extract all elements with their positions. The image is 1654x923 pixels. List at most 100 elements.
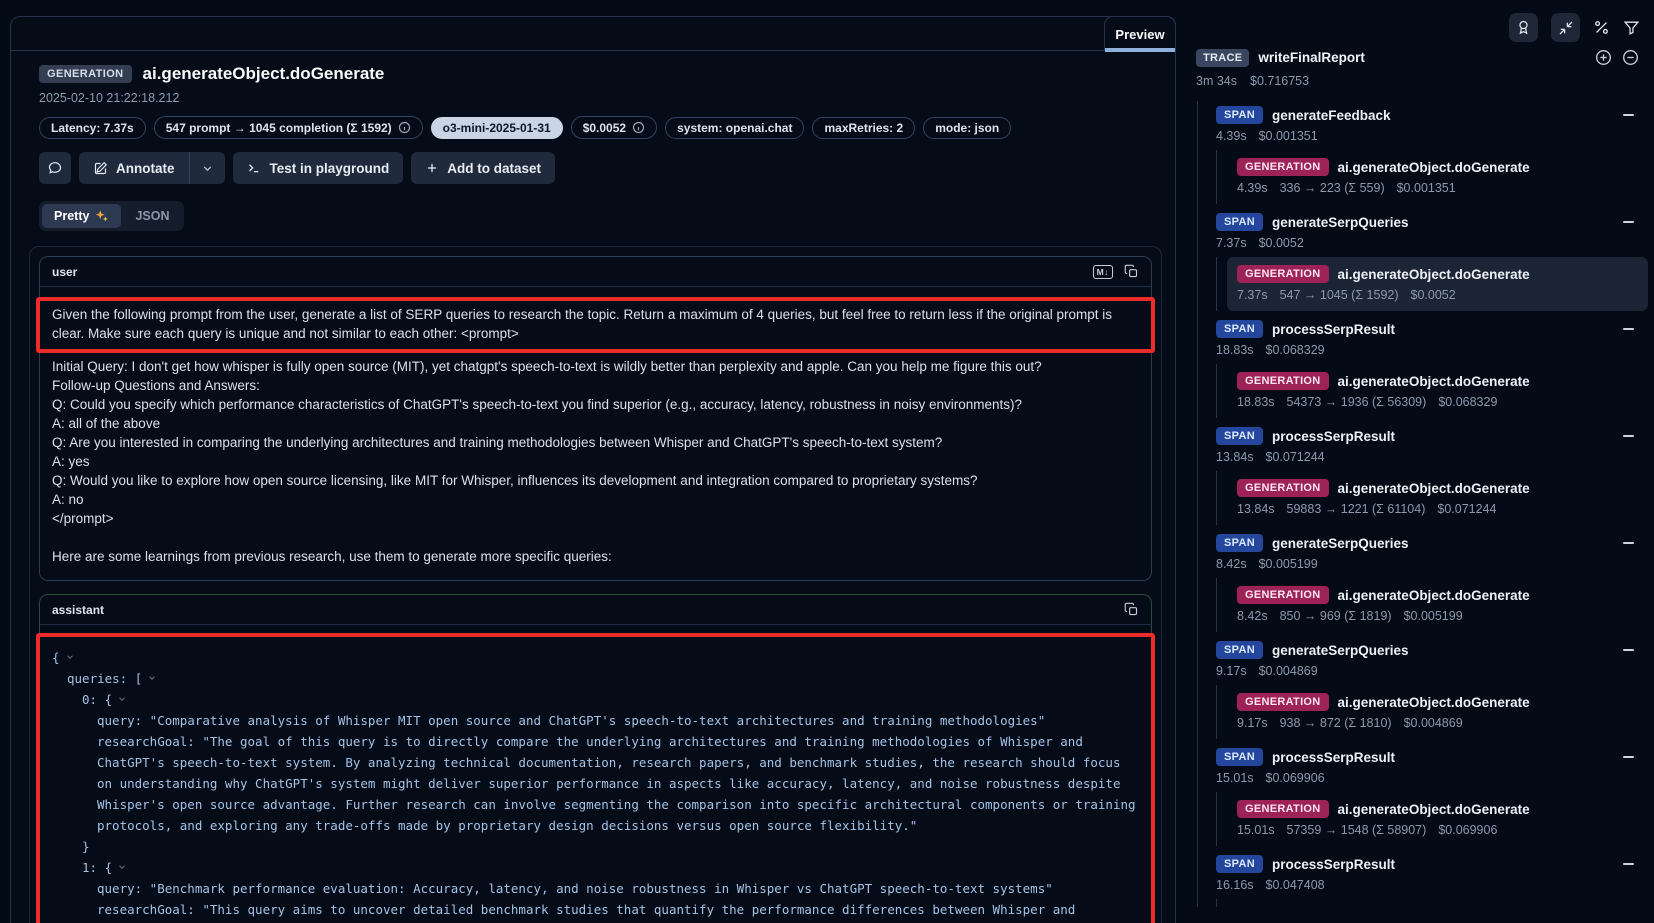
metadata-pill[interactable]: mode: json (923, 117, 1011, 139)
collapse-minus-icon[interactable] (1623, 328, 1634, 330)
metadata-pill[interactable]: $0.0052 (571, 116, 657, 139)
tab-preview[interactable]: Preview (1104, 16, 1176, 51)
metadata-pills: Latency: 7.37s 547 prompt → 1045 completi… (39, 116, 1147, 139)
observation-type-badge: GENERATION (39, 65, 132, 83)
assistant-role-label: assistant (52, 603, 104, 617)
collapse-minus-icon[interactable] (1623, 863, 1634, 865)
span-row[interactable]: SPANprocessSerpResult (1210, 422, 1648, 448)
span-group: SPANgenerateSerpQueries7.37s$0.0052GENER… (1197, 208, 1648, 311)
metadata-pill[interactable]: o3-mini-2025-01-31 (431, 117, 563, 139)
collapse-chevron-icon[interactable] (117, 694, 127, 704)
generation-type-badge: GENERATION (1237, 158, 1329, 176)
add-to-dataset-button[interactable]: Add to dataset (411, 152, 555, 184)
percent-icon[interactable] (1593, 19, 1610, 36)
generation-cost: $0.001351 (1397, 181, 1456, 195)
span-type-badge: SPAN (1216, 534, 1263, 552)
span-row[interactable]: SPANprocessSerpResult (1210, 743, 1648, 769)
generation-cost: $0.068329 (1438, 395, 1497, 409)
user-message-body: Given the following prompt from the user… (40, 287, 1151, 580)
generation-child-wrap: GENERATIONai.generateObject.doGenerate8.… (1216, 578, 1648, 632)
span-title: processSerpResult (1272, 750, 1395, 765)
span-duration: 7.37s (1216, 236, 1247, 250)
generation-row[interactable]: GENERATIONai.generateObject.doGenerate7.… (1227, 257, 1648, 311)
generation-title-row: GENERATIONai.generateObject.doGenerate (1229, 580, 1646, 607)
collapse-icon[interactable] (1551, 13, 1580, 42)
page-title: ai.generateObject.doGenerate (143, 64, 385, 84)
generation-meta: 15.01s57359 → 1548 (Σ 58907)$0.069906 (1229, 821, 1646, 845)
user-role-label: user (52, 265, 77, 279)
collapse-minus-icon[interactable] (1623, 542, 1634, 544)
span-row[interactable]: SPANgenerateSerpQueries (1210, 529, 1648, 555)
observation-timestamp: 2025-02-10 21:22:18.212 (39, 91, 1147, 105)
span-row[interactable]: SPANgenerateSerpQueries (1210, 636, 1648, 662)
metadata-pill[interactable]: system: openai.chat (665, 117, 804, 139)
trace-span-tree: SPANgenerateFeedback4.39s$0.001351GENERA… (1197, 101, 1648, 907)
test-in-playground-button[interactable]: Test in playground (233, 152, 404, 184)
annotate-button[interactable]: Annotate (79, 152, 189, 184)
collapse-minus-icon[interactable] (1623, 649, 1634, 651)
span-group: SPANprocessSerpResult18.83s$0.068329GENE… (1197, 315, 1648, 418)
span-cost: $0.047408 (1266, 878, 1325, 892)
generation-duration: 9.17s (1237, 716, 1268, 730)
metadata-pill[interactable]: 547 prompt → 1045 completion (Σ 1592) (154, 116, 423, 139)
comment-button[interactable] (39, 152, 71, 184)
preview-tab-bar: Preview (11, 17, 1175, 51)
generation-cost: $0.004869 (1404, 716, 1463, 730)
generation-tokens: 547 → 1045 (Σ 1592) (1280, 288, 1399, 302)
json-code-text: 0: { (82, 692, 112, 707)
trace-duration: 3m 34s (1196, 74, 1237, 88)
generation-type-badge: GENERATION (1237, 693, 1329, 711)
toggle-pretty[interactable]: Pretty (42, 204, 121, 228)
generation-row[interactable]: GENERATIONai.generateObject.doGenerate15… (1227, 792, 1648, 846)
span-type-badge: SPAN (1216, 855, 1263, 873)
collapse-minus-icon[interactable] (1623, 435, 1634, 437)
generation-type-badge: GENERATION (1237, 265, 1329, 283)
generation-tokens: 54373 → 1936 (Σ 56309) (1287, 395, 1427, 409)
collapse-all-icon[interactable] (1621, 48, 1640, 67)
generation-row[interactable]: GENERATIONai.generateObject.doGenerate8.… (1227, 578, 1648, 632)
annotate-dropdown-button[interactable] (189, 152, 225, 184)
trace-cost: $0.716753 (1250, 74, 1309, 88)
span-meta: 16.16s$0.047408 (1210, 876, 1648, 899)
collapse-minus-icon[interactable] (1623, 756, 1634, 758)
generation-row[interactable]: GENERATION ai.generateObject.doGenerate 9.… (1227, 685, 1648, 739)
collapse-minus-icon[interactable] (1623, 221, 1634, 223)
collapse-chevron-icon[interactable] (65, 652, 75, 662)
span-type-badge: SPAN (1216, 213, 1263, 231)
collapse-chevron-icon[interactable] (147, 673, 157, 683)
span-row[interactable]: SPANprocessSerpResult (1210, 315, 1648, 341)
annotate-label: Annotate (116, 161, 175, 176)
assistant-message-card: assistant {queries: [0: {query: "Compara… (39, 594, 1152, 923)
markdown-toggle-icon[interactable]: M↓ (1093, 265, 1113, 279)
user-prompt-line: Q: Are you interested in comparing the u… (52, 433, 1139, 452)
speech-bubble-icon (47, 160, 63, 176)
toggle-json[interactable]: JSON (123, 204, 181, 228)
span-title: generateSerpQueries (1272, 215, 1409, 230)
generation-meta: 8.42s850 → 969 (Σ 1819)$0.005199 (1229, 607, 1646, 631)
trace-root-row[interactable]: TRACE writeFinalReport (1196, 48, 1640, 67)
metadata-pill[interactable]: Latency: 7.37s (39, 117, 146, 139)
copy-icon[interactable] (1124, 264, 1139, 279)
span-duration: 9.17s (1216, 664, 1247, 678)
generation-title: ai.generateObject.doGenerate (1338, 695, 1530, 710)
json-code-line: researchGoal: "The goal of this query is… (52, 731, 1139, 836)
span-duration: 4.39s (1216, 129, 1247, 143)
span-meta: 8.42s$0.005199 (1210, 555, 1648, 578)
collapse-chevron-icon[interactable] (117, 862, 127, 872)
add-to-dataset-label: Add to dataset (447, 161, 541, 176)
generation-row[interactable]: GENERATIONai.generateObject.doGenerate13… (1227, 471, 1648, 525)
span-row[interactable]: SPAN generateSerpQueries (1210, 208, 1648, 234)
generation-row[interactable]: GENERATIONai.generateObject.doGenerate (1227, 899, 1648, 907)
span-duration: 15.01s (1216, 771, 1254, 785)
user-prompt-line: A: yes (52, 452, 1139, 471)
span-row[interactable]: SPANgenerateFeedback (1210, 101, 1648, 127)
generation-row[interactable]: GENERATIONai.generateObject.doGenerate18… (1227, 364, 1648, 418)
collapse-minus-icon[interactable] (1623, 114, 1634, 116)
expand-all-icon[interactable] (1594, 48, 1613, 67)
filter-icon[interactable] (1623, 19, 1640, 36)
span-row[interactable]: SPANprocessSerpResult (1210, 850, 1648, 876)
generation-row[interactable]: GENERATIONai.generateObject.doGenerate4.… (1227, 150, 1648, 204)
metadata-pill[interactable]: maxRetries: 2 (812, 117, 915, 139)
copy-icon[interactable] (1124, 602, 1139, 617)
award-icon[interactable] (1509, 13, 1538, 42)
